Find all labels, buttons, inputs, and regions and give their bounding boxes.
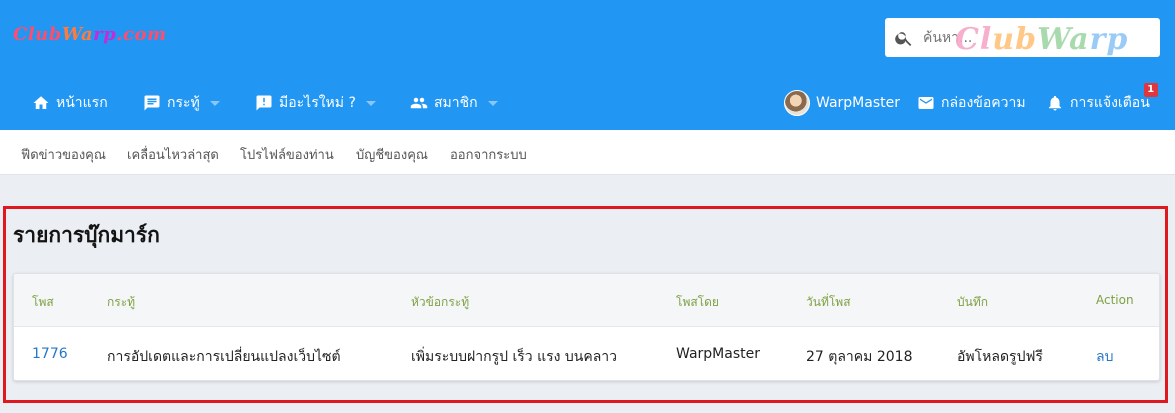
- nav-item-label: กระทู้: [167, 95, 200, 111]
- thread-cell: การอัปเดตและการเปลี่ยนแปลงเว็บไซต์: [107, 349, 341, 365]
- bell-icon: [1049, 95, 1061, 111]
- post-date-cell: 27 ตุลาคม 2018: [806, 349, 913, 365]
- chevron-down-icon[interactable]: [209, 100, 220, 106]
- site-logo[interactable]: ClubWarp.com: [13, 24, 167, 45]
- bookmarks-table: โพส กระทู้ หัวข้อกระทู้ โพสโดย วันที่โพส…: [13, 273, 1160, 381]
- page-title: รายการบุ๊กมาร์ก: [13, 223, 160, 247]
- members-icon: [410, 97, 428, 109]
- note-cell: อัพโหลดรูปฟรี: [957, 349, 1043, 365]
- nav-item-home[interactable]: หน้าแรก: [32, 76, 108, 130]
- user-name: WarpMaster: [816, 95, 900, 111]
- post-number-link[interactable]: 1776: [32, 346, 68, 362]
- inbox-link[interactable]: กล่องข้อความ: [917, 76, 1026, 130]
- main-nav: หน้าแรก กระทู้ มีอะไรใหม่ ? สมาชิก WarpM…: [0, 76, 1175, 130]
- search-icon[interactable]: [894, 28, 914, 48]
- column-header-post-date[interactable]: วันที่โพส: [806, 293, 851, 312]
- nav-item-label: สมาชิก: [434, 95, 478, 111]
- subnav-your-profile[interactable]: โปรไฟล์ของท่าน: [240, 144, 334, 165]
- chevron-down-icon[interactable]: [365, 100, 376, 106]
- alerts-label: การแจ้งเตือน: [1070, 95, 1150, 111]
- envelope-icon: [918, 97, 934, 109]
- subnav-latest-activity[interactable]: เคลื่อนไหวล่าสุด: [127, 144, 219, 165]
- whats-new-icon: [256, 95, 272, 111]
- column-header-posted-by[interactable]: โพสโดย: [676, 293, 719, 312]
- search-box[interactable]: ClubWarp: [885, 18, 1160, 57]
- nav-item-members[interactable]: สมาชิก: [410, 76, 498, 130]
- column-header-action: Action: [1096, 293, 1134, 307]
- chevron-down-icon[interactable]: [487, 100, 498, 106]
- avatar: [784, 90, 810, 116]
- delete-bookmark-link[interactable]: ลบ: [1096, 346, 1113, 368]
- subnav-your-account[interactable]: บัญชีของคุณ: [356, 144, 428, 165]
- inbox-label: กล่องข้อความ: [941, 95, 1026, 111]
- table-row: 1776 การอัปเดตและการเปลี่ยนแปลงเว็บไซต์ …: [14, 327, 1159, 380]
- site-header: ClubWarp.com ClubWarp หน้าแรก กระทู้ มีอ…: [0, 0, 1175, 130]
- nav-item-whats-new[interactable]: มีอะไรใหม่ ?: [255, 76, 376, 130]
- column-header-thread-title[interactable]: หัวข้อกระทู้: [411, 293, 469, 312]
- column-header-thread[interactable]: กระทู้: [107, 293, 135, 312]
- nav-item-forums[interactable]: กระทู้: [143, 76, 220, 130]
- nav-item-label: มีอะไรใหม่ ?: [279, 95, 356, 111]
- column-header-note[interactable]: บันทึก: [957, 293, 988, 312]
- subnav-news-feed[interactable]: ฟีดข่าวของคุณ: [21, 144, 106, 165]
- search-input[interactable]: [923, 18, 1153, 57]
- forum-icon: [144, 95, 160, 111]
- home-icon: [33, 96, 49, 109]
- nav-item-label: หน้าแรก: [56, 95, 108, 111]
- thread-title-cell: เพิ่มระบบฝากรูป เร็ว แรง บนคลาว: [411, 349, 618, 365]
- table-header: โพส กระทู้ หัวข้อกระทู้ โพสโดย วันที่โพส…: [14, 274, 1159, 327]
- posted-by-cell: WarpMaster: [676, 346, 760, 362]
- alerts-link[interactable]: การแจ้งเตือน 1: [1046, 76, 1158, 130]
- account-subnav: ฟีดข่าวของคุณ เคลื่อนไหวล่าสุด โปรไฟล์ขอ…: [0, 130, 1175, 175]
- subnav-log-out[interactable]: ออกจากระบบ: [450, 144, 527, 165]
- column-header-post[interactable]: โพส: [32, 293, 54, 312]
- alerts-count-badge: 1: [1143, 83, 1158, 97]
- user-menu[interactable]: WarpMaster: [784, 76, 900, 130]
